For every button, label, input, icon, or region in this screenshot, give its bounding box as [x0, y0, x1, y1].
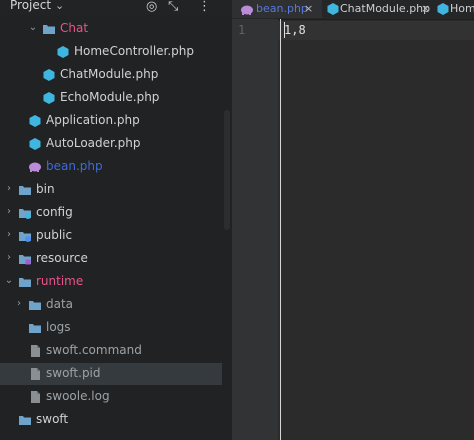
target-icon[interactable]: ◎ — [146, 0, 157, 14]
chevron-right-icon[interactable]: › — [4, 182, 14, 196]
tree-item[interactable]: EchoModule.php — [0, 87, 222, 109]
project-panel: Project ⌄ ◎ ⤡ ⋮ ⌄ Chat HomeController.php C… — [0, 0, 232, 440]
tree-item[interactable]: ⌄ runtime — [0, 271, 222, 293]
tree-item[interactable]: › bin — [0, 179, 222, 201]
tree-item[interactable]: bean.php — [0, 156, 222, 178]
chevron-down-icon[interactable]: ⌄ — [28, 21, 38, 35]
php-class-icon — [327, 3, 339, 15]
chevron-right-icon[interactable]: › — [14, 297, 24, 311]
chevron-right-icon[interactable]: › — [4, 205, 14, 219]
code-line[interactable]: 1,8 — [284, 23, 306, 37]
tree-item-label: logs — [46, 320, 71, 334]
tree-item-label: runtime — [36, 274, 84, 288]
file-icon — [31, 345, 40, 357]
folder-config-icon — [19, 209, 31, 219]
line-number: 1 — [238, 23, 246, 37]
tree-item[interactable]: swoft — [0, 409, 222, 431]
folder-icon — [29, 324, 41, 333]
tree-item-label: resource — [36, 251, 88, 265]
file-icon — [31, 368, 40, 380]
tree-item-label: swoft.command — [46, 343, 142, 357]
tree-item[interactable]: ChatModule.php — [0, 64, 222, 86]
more-icon[interactable]: ⋮ — [198, 0, 211, 14]
ide-window: Project ⌄ ◎ ⤡ ⋮ ⌄ Chat HomeController.php C… — [0, 0, 474, 440]
tree-item-label: swoole.log — [46, 389, 110, 403]
project-title[interactable]: Project — [10, 0, 51, 12]
tree-item-label: swoft.pid — [46, 366, 101, 380]
php-class-icon — [57, 46, 69, 58]
folder-icon — [43, 25, 55, 34]
tree-item[interactable]: › resource — [0, 248, 222, 270]
folder-icon — [19, 186, 31, 195]
php-class-icon — [29, 138, 41, 150]
line-gutter — [232, 19, 278, 440]
folder-public-icon — [19, 232, 31, 242]
tree-item[interactable]: swoft.pid — [0, 363, 222, 385]
right-margin-guide — [280, 19, 281, 440]
text-caret — [284, 22, 285, 38]
tree-item[interactable]: › config — [0, 202, 222, 224]
scrollbar[interactable] — [224, 110, 230, 230]
folder-resource-icon — [19, 255, 31, 265]
current-line-highlight — [278, 21, 474, 40]
tree-item[interactable]: AutoLoader.php — [0, 133, 222, 155]
tree-item[interactable]: ⌄ Chat — [0, 18, 222, 40]
editor-area: bean.php × ChatModule.php × Hom 1 1,8 — [232, 0, 474, 440]
tree-item-label: HomeController.php — [74, 44, 195, 58]
tab-label: bean.php — [256, 2, 308, 15]
tab-hom[interactable]: Hom — [432, 0, 474, 18]
tree-item-label: public — [36, 228, 73, 242]
tree-item-label: bin — [36, 182, 55, 196]
tree-item[interactable]: › public — [0, 225, 222, 247]
tree-item-label: bean.php — [46, 159, 103, 173]
tree-item-label: data — [46, 297, 74, 311]
php-elephant-icon — [29, 162, 41, 172]
tree-item[interactable]: Application.php — [0, 110, 222, 132]
php-class-icon — [43, 69, 55, 81]
tab-label: Hom — [450, 2, 474, 15]
php-class-icon — [437, 3, 449, 15]
tree-item-label: config — [36, 205, 73, 219]
chevron-down-icon[interactable]: ⌄ — [4, 274, 14, 288]
tree-item-label: EchoModule.php — [60, 90, 160, 104]
close-icon[interactable]: × — [421, 1, 430, 16]
php-class-icon — [29, 115, 41, 127]
chevron-right-icon[interactable]: › — [4, 251, 14, 265]
tree-item[interactable]: HomeController.php — [0, 41, 222, 63]
php-class-icon — [43, 92, 55, 104]
tab-chatmodule-php[interactable]: ChatModule.php × — [322, 0, 432, 18]
folder-icon — [29, 301, 41, 310]
close-icon[interactable]: × — [304, 1, 313, 16]
tree-item[interactable]: swoole.log — [0, 386, 222, 408]
folder-icon — [19, 416, 31, 425]
collapse-icon[interactable]: ⤡ — [168, 0, 178, 14]
file-icon — [31, 391, 40, 403]
tree-item[interactable]: logs — [0, 317, 222, 339]
tab-label: ChatModule.php — [340, 2, 431, 15]
tree-item-label: swoft — [36, 412, 69, 426]
chevron-right-icon[interactable]: › — [4, 228, 14, 242]
chevron-down-icon[interactable]: ⌄ — [55, 0, 64, 12]
project-header: Project ⌄ ◎ ⤡ ⋮ — [0, 0, 232, 15]
tree-item-label: Chat — [60, 21, 89, 35]
tree-item[interactable]: swoft.command — [0, 340, 222, 362]
folder-icon — [19, 278, 31, 287]
php-elephant-icon — [241, 5, 253, 15]
tree-item-label: ChatModule.php — [60, 67, 159, 81]
editor-tab-bar: bean.php × ChatModule.php × Hom — [232, 0, 474, 20]
tree-item[interactable]: › data — [0, 294, 222, 316]
tree-item-label: Application.php — [46, 113, 140, 127]
tab-bean-php[interactable]: bean.php × — [232, 0, 322, 18]
tree-item-label: AutoLoader.php — [46, 136, 141, 150]
